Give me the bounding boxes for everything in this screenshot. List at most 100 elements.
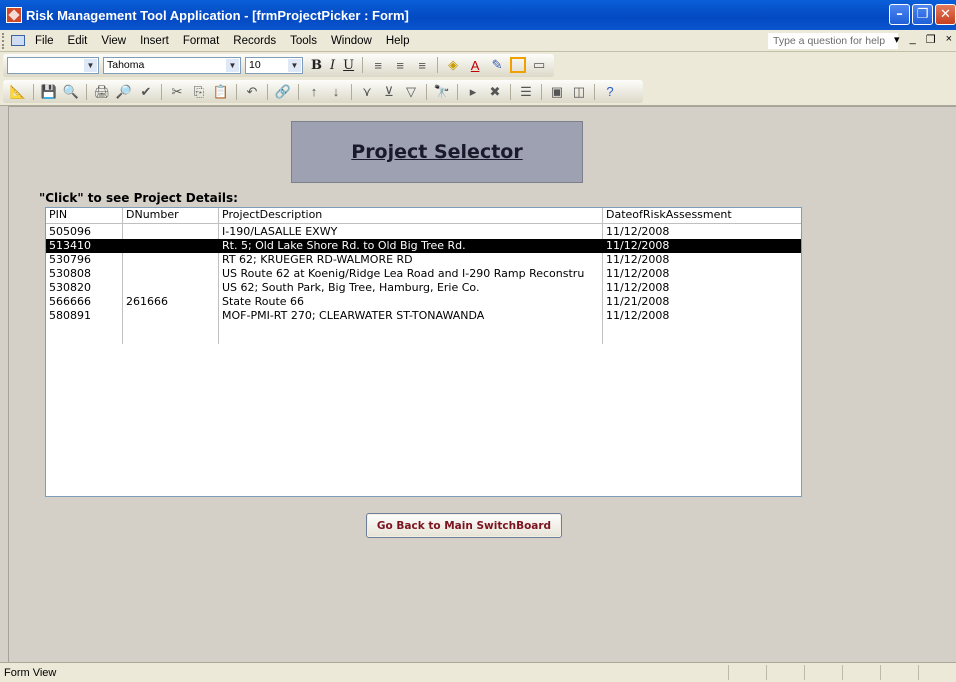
form-view-band: 📐 💾 🔍 🖨 🔎 ✔ ✂ ⎘ 📋 ↶ 🔗 ↑ ↓ ⋎ ⊻ ▽ 🔭 ▸ ✖ ☰ … <box>3 80 643 103</box>
database-window-icon[interactable]: ▣ <box>548 83 566 101</box>
border-style-icon[interactable] <box>510 57 527 73</box>
cell-description: Rt. 5; Old Lake Shore Rd. to Old Big Tre… <box>222 239 466 252</box>
file-search-icon[interactable]: 🔍 <box>62 83 80 101</box>
chevron-down-icon[interactable]: ▼ <box>288 58 301 72</box>
find-icon[interactable]: 🔭 <box>433 83 451 101</box>
font-color-icon[interactable]: A <box>466 56 484 74</box>
toolbar-separator <box>33 83 34 100</box>
new-record-icon[interactable]: ▸ <box>464 83 482 101</box>
apply-filter-icon[interactable]: ▽ <box>402 83 420 101</box>
column-header-dnumber: DNumber <box>126 208 179 221</box>
line-color-icon[interactable]: ✎ <box>488 56 506 74</box>
align-right-icon[interactable]: ≡ <box>413 56 431 74</box>
fill-color-icon[interactable]: ◈ <box>444 56 462 74</box>
status-pane <box>728 665 766 680</box>
paste-icon[interactable]: 📋 <box>212 83 230 101</box>
align-center-icon[interactable]: ≡ <box>391 56 409 74</box>
cut-icon[interactable]: ✂ <box>168 83 186 101</box>
menu-insert[interactable]: Insert <box>140 35 169 47</box>
project-list[interactable]: PIN DNumber ProjectDescription DateofRis… <box>45 207 802 497</box>
save-icon[interactable]: 💾 <box>40 83 58 101</box>
design-view-icon[interactable]: 📐 <box>9 83 27 101</box>
menu-view[interactable]: View <box>101 35 126 47</box>
help-icon[interactable]: ? <box>601 83 619 101</box>
object-combo[interactable]: ▼ <box>7 56 99 74</box>
instruction-label: "Click" to see Project Details: <box>39 191 238 205</box>
column-header-date: DateofRiskAssessment <box>606 208 732 221</box>
toolbar-separator <box>236 83 237 100</box>
form-area: Project Selector "Click" to see Project … <box>8 106 956 662</box>
cell-date: 11/12/2008 <box>606 225 670 238</box>
table-row-selected[interactable]: 513410 Rt. 5; Old Lake Shore Rd. to Old … <box>46 239 801 253</box>
menu-edit[interactable]: Edit <box>68 35 88 47</box>
sort-ascending-icon[interactable]: ↑ <box>305 83 323 101</box>
form-title: Project Selector <box>351 141 523 163</box>
column-header-description: ProjectDescription <box>222 208 323 221</box>
sort-descending-icon[interactable]: ↓ <box>327 83 345 101</box>
table-row[interactable]: 580891 MOF-PMI-RT 270; CLEARWATER ST-TON… <box>46 309 801 323</box>
status-pane <box>842 665 880 680</box>
bold-button[interactable]: B <box>311 58 322 73</box>
menu-records[interactable]: Records <box>233 35 276 47</box>
menu-tools[interactable]: Tools <box>290 35 317 47</box>
cell-pin: 513410 <box>49 239 91 252</box>
table-row[interactable]: 505096 I-190/LASALLE EXWY 11/12/2008 <box>46 225 801 239</box>
filter-by-selection-icon[interactable]: ⋎ <box>358 83 376 101</box>
cell-date: 11/12/2008 <box>606 309 670 322</box>
form-icon[interactable] <box>11 35 25 46</box>
toolbar-separator <box>510 83 511 100</box>
table-row[interactable]: 530820 US 62; South Park, Big Tree, Hamb… <box>46 281 801 295</box>
toolbar-separator <box>457 83 458 100</box>
table-row[interactable]: 566666 261666 State Route 66 11/21/2008 <box>46 295 801 309</box>
chevron-down-icon[interactable]: ▼ <box>226 58 239 72</box>
properties-icon[interactable]: ☰ <box>517 83 535 101</box>
close-button[interactable]: ✕ <box>935 4 956 25</box>
filter-by-form-icon[interactable]: ⊻ <box>380 83 398 101</box>
toolbar-separator <box>541 83 542 100</box>
help-question-input[interactable]: Type a question for help <box>768 33 898 49</box>
underline-button[interactable]: U <box>343 58 354 73</box>
line-width-icon[interactable]: ▭ <box>530 56 548 74</box>
menu-window[interactable]: Window <box>331 35 372 47</box>
doc-minimize-icon[interactable]: _ <box>910 33 916 46</box>
italic-button[interactable]: I <box>330 58 335 73</box>
toolbar-separator <box>267 83 268 100</box>
help-dropdown-icon[interactable]: ▾ <box>894 33 900 46</box>
toolbar-separator <box>298 83 299 100</box>
status-pane <box>766 665 804 680</box>
header-divider <box>46 223 801 224</box>
menu-format[interactable]: Format <box>183 35 219 47</box>
cell-description: US 62; South Park, Big Tree, Hamburg, Er… <box>222 281 480 294</box>
print-preview-icon[interactable]: 🔎 <box>115 83 133 101</box>
new-object-icon[interactable]: ◫ <box>570 83 588 101</box>
chevron-down-icon[interactable]: ▼ <box>84 58 97 72</box>
window-title: Risk Management Tool Application - [frmP… <box>26 7 409 23</box>
menu-help[interactable]: Help <box>386 35 410 47</box>
toolbar-grip[interactable] <box>2 32 5 49</box>
cell-pin: 505096 <box>49 225 91 238</box>
print-icon[interactable]: 🖨 <box>93 83 111 101</box>
delete-record-icon[interactable]: ✖ <box>486 83 504 101</box>
menu-file[interactable]: File <box>35 35 54 47</box>
table-row[interactable]: 530796 RT 62; KRUEGER RD-WALMORE RD 11/1… <box>46 253 801 267</box>
minimize-button[interactable]: – <box>889 4 910 25</box>
table-row[interactable]: 530808 US Route 62 at Koenig/Ridge Lea R… <box>46 267 801 281</box>
doc-restore-icon[interactable]: ❐ <box>926 33 936 46</box>
status-pane <box>918 665 956 680</box>
align-left-icon[interactable]: ≡ <box>369 56 387 74</box>
hyperlink-icon[interactable]: 🔗 <box>274 83 292 101</box>
main-switchboard-button[interactable]: Go Back to Main SwitchBoard <box>366 513 562 538</box>
restore-button[interactable]: ❐ <box>912 4 933 25</box>
cell-description: State Route 66 <box>222 295 305 308</box>
toolbar-separator <box>351 83 352 100</box>
spelling-icon[interactable]: ✔ <box>137 83 155 101</box>
cell-date: 11/12/2008 <box>606 267 670 280</box>
formatting-toolbar: ▼ Tahoma ▼ 10 ▼ B I U ≡ ≡ ≡ ◈ A ✎ ▭ <box>0 52 956 78</box>
font-combo[interactable]: Tahoma ▼ <box>103 56 241 74</box>
copy-icon[interactable]: ⎘ <box>190 83 208 101</box>
formatting-band: ▼ Tahoma ▼ 10 ▼ B I U ≡ ≡ ≡ ◈ A ✎ ▭ <box>3 53 555 77</box>
cell-dnumber <box>123 281 218 295</box>
undo-icon[interactable]: ↶ <box>243 83 261 101</box>
doc-close-icon[interactable]: × <box>946 33 952 46</box>
font-size-combo[interactable]: 10 ▼ <box>245 56 303 74</box>
